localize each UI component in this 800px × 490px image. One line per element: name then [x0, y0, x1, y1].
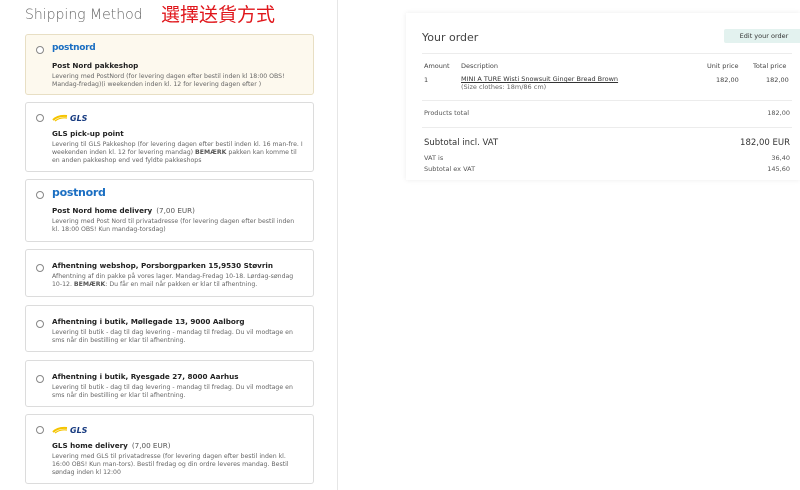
- item-amount: 1: [424, 76, 429, 84]
- products-total-label: Products total: [424, 109, 469, 117]
- gls-logo: GLS: [52, 424, 303, 436]
- option-name: Afhentning webshop, Porsborgparken 15,95…: [52, 261, 273, 270]
- shipping-option-pickup-webshop[interactable]: Afhentning webshop, Porsborgparken 15,95…: [25, 249, 314, 297]
- shipping-title: Shipping Method: [25, 7, 143, 23]
- shipping-annotation: 選擇送貨方式: [161, 4, 276, 26]
- column-header-amount: Amount: [424, 62, 450, 70]
- gls-logo: GLS: [52, 112, 303, 124]
- option-name: GLS pick-up point: [52, 129, 124, 138]
- shipping-header: Shipping Method: [25, 3, 143, 27]
- ex-vat-label: Subtotal ex VAT: [424, 165, 476, 173]
- radio-button[interactable]: [36, 114, 44, 122]
- products-total-value: 182,00: [767, 109, 790, 117]
- shipping-option-gls-pickup[interactable]: GLS GLS pick-up point Levering til GLS P…: [25, 102, 314, 172]
- column-header-unit-price: Unit price: [707, 62, 739, 70]
- option-name: Post Nord home delivery: [52, 206, 153, 215]
- shipping-panel: Shipping Method 選擇送貨方式 postnord Post Nor…: [0, 0, 338, 490]
- gls-swoosh-icon: [52, 114, 68, 122]
- divider: [422, 127, 792, 128]
- option-name: Afhentning i butik, Ryesgade 27, 8000 Aa…: [52, 372, 239, 381]
- item-unit-price: 182,00: [716, 76, 739, 84]
- description-bold: BEMÆRK: [73, 281, 106, 288]
- option-description: Levering til GLS Pakkeshop (for levering…: [52, 141, 303, 165]
- option-description: Levering til butik - dag til dag leverin…: [52, 384, 293, 399]
- column-header-total-price: Total price: [753, 62, 787, 70]
- option-name: GLS home delivery: [52, 441, 128, 450]
- subtotal-value: 182,00 EUR: [740, 138, 790, 148]
- item-variant: (Size clothes: 18m/86 cm): [461, 83, 547, 91]
- shipping-option-postnord-home[interactable]: postnord Post Nord home delivery (7,00 E…: [25, 179, 314, 242]
- description-text: : Du får en mail når pakken er klar til …: [105, 281, 258, 288]
- shipping-option-pickup-aalborg[interactable]: Afhentning i butik, Møllegade 13, 9000 A…: [25, 305, 314, 352]
- ex-vat-value: 145,60: [767, 165, 790, 173]
- description-bold: BEMÆRK: [195, 149, 227, 156]
- radio-button[interactable]: [36, 320, 44, 328]
- option-name: Post Nord pakkeshop: [52, 61, 139, 70]
- shipping-option-postnord-pakkeshop[interactable]: postnord Post Nord pakkeshop Levering me…: [25, 34, 314, 95]
- option-description: Levering til butik - dag til dag leverin…: [52, 329, 293, 344]
- radio-button[interactable]: [36, 46, 44, 54]
- radio-button[interactable]: [36, 191, 44, 199]
- shipping-option-pickup-aarhus[interactable]: Afhentning i butik, Ryesgade 27, 8000 Aa…: [25, 360, 314, 407]
- gls-logo-text: GLS: [70, 425, 88, 435]
- divider: [422, 100, 792, 101]
- order-panel: Your order Edit your order Amount Descri…: [406, 13, 800, 180]
- item-description: MINI A TURE Wisti Snowsuit Ginger Bread …: [461, 75, 618, 91]
- radio-button[interactable]: [36, 426, 44, 434]
- vat-label: VAT is: [424, 154, 444, 162]
- divider: [422, 53, 792, 54]
- edit-order-button[interactable]: Edit your order: [724, 29, 800, 43]
- vat-value: 36,40: [771, 154, 790, 162]
- subtotal-label: Subtotal incl. VAT: [424, 138, 499, 148]
- postnord-logo: postnord: [52, 186, 106, 199]
- shipping-option-gls-home[interactable]: GLS GLS home delivery (7,00 EUR) Leverin…: [25, 414, 314, 484]
- option-description: Afhentning af din pakke på vores lager. …: [52, 273, 303, 289]
- postnord-logo: postnord: [52, 43, 96, 53]
- option-description: Levering med GLS til privatadresse (for …: [52, 453, 289, 476]
- option-price: (7,00 EUR): [156, 206, 195, 215]
- gls-logo-text: GLS: [70, 113, 88, 123]
- option-price: (7,00 EUR): [131, 441, 171, 450]
- option-description: Levering med Post Nord til privatadresse…: [52, 218, 295, 233]
- item-total-price: 182,00: [766, 76, 789, 84]
- column-header-description: Description: [461, 62, 499, 70]
- order-title: Your order: [422, 31, 479, 44]
- option-description: Levering med PostNord (for levering dage…: [52, 73, 285, 88]
- gls-swoosh-icon: [52, 426, 68, 434]
- item-name-link[interactable]: MINI A TURE Wisti Snowsuit Ginger Bread …: [461, 75, 618, 83]
- radio-button[interactable]: [36, 375, 44, 383]
- option-name: Afhentning i butik, Møllegade 13, 9000 A…: [52, 317, 245, 326]
- radio-button[interactable]: [36, 264, 44, 272]
